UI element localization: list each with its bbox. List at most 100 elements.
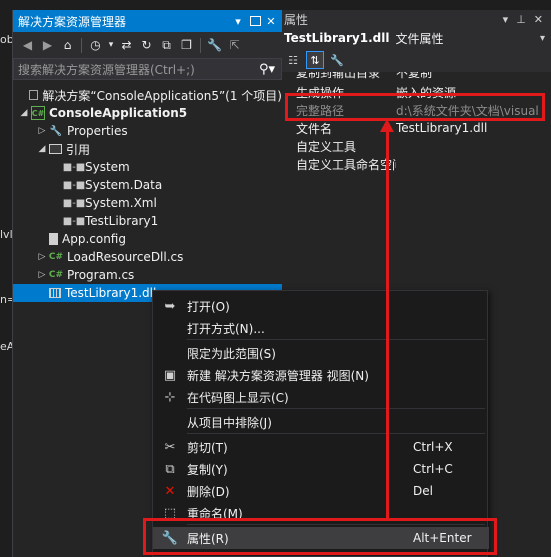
chevron-down-icon[interactable]: ▾ (540, 33, 545, 44)
toolbar-separator (81, 37, 82, 53)
solution-icon (28, 90, 39, 100)
menu-item[interactable]: 限定为此范围(S) (153, 342, 489, 364)
back-icon[interactable]: ◀ (19, 37, 36, 54)
menu-item[interactable]: ✕ 删除(D) Del (153, 480, 489, 502)
tree-item-label: System.Data (85, 178, 163, 192)
tree-item[interactable]: ▷ C# LoadResourceDll.cs (13, 248, 282, 266)
preview-icon[interactable]: ⇱ (226, 37, 243, 54)
property-name: 复制到输出目录 (296, 72, 381, 80)
menu-item[interactable]: 从项目中排除(J) (153, 411, 489, 433)
property-value[interactable]: TestLibrary1.dll (396, 121, 551, 135)
expanded-arrow-icon[interactable]: ◢ (17, 108, 31, 118)
maximize-icon[interactable] (250, 16, 261, 26)
object-name: TestLibrary1.dll (284, 31, 390, 45)
alphabetical-sort-icon[interactable]: ⇅ (306, 51, 324, 69)
copy-icon: ⧉ (165, 461, 175, 477)
collapsed-arrow-icon[interactable]: ▷ (35, 126, 49, 136)
search-input[interactable]: 搜索解决方案资源管理器(Ctrl+;) (18, 61, 259, 78)
show-all-files-icon[interactable]: ❐ (178, 37, 195, 54)
history-icon[interactable]: ◷ (87, 37, 104, 54)
editor-text: lvl (0, 228, 13, 241)
property-name: 自定义工具命名空间 (296, 157, 396, 172)
annotation-arrow-line (386, 130, 389, 520)
menu-item-label: 从项目中排除(J) (187, 415, 272, 430)
properties-toolbar: ☷ ⇅ 🔧 (282, 48, 551, 72)
code-editor-edge: ob lvl n= eA (0, 0, 16, 557)
tree-item-label: Properties (67, 124, 128, 138)
menu-item-label: 删除(D) (187, 484, 230, 499)
forward-icon[interactable]: ▶ (39, 37, 56, 54)
csharp-project-icon: C# (31, 106, 45, 120)
menu-separator (187, 339, 485, 340)
collapsed-arrow-icon[interactable]: ▷ (35, 252, 49, 262)
property-row[interactable]: 自定义工具 (282, 137, 551, 155)
dll-file-icon (49, 288, 61, 298)
tree-item-label: TestLibrary1.dll (65, 286, 157, 300)
search-icon[interactable]: ⚲▾ (259, 62, 275, 77)
refresh-icon[interactable]: ↻ (138, 37, 155, 54)
property-name: 自定义工具 (296, 139, 357, 154)
context-menu: ➥ 打开(O) 打开方式(N)... 限定为此范围(S) ▣ 新建 解决方案资源管理器 视… (152, 290, 489, 557)
tree-item-label: 引用 (66, 142, 91, 157)
tree-item-label: TestLibrary1 (85, 214, 159, 228)
config-file-icon (49, 233, 58, 245)
dropdown-arrow-icon[interactable]: ▾ (231, 14, 245, 28)
delete-icon: ✕ (164, 483, 176, 499)
references-icon (49, 144, 62, 154)
tree-item[interactable]: App.config (13, 230, 282, 248)
property-row[interactable]: 复制到输出目录 不复制 (282, 72, 551, 81)
tree-item[interactable]: ■-■ System (13, 158, 282, 176)
dropdown-arrow-icon[interactable]: ▾ (107, 37, 115, 54)
code-map-icon: ⊹ (164, 389, 176, 405)
tree-item[interactable]: ■-■ TestLibrary1 (13, 212, 282, 230)
menu-item-shortcut: Ctrl+C (413, 462, 453, 476)
properties-wrench-icon[interactable]: 🔧 (206, 37, 223, 54)
menu-item-label: 打开方式(N)... (187, 321, 265, 336)
menu-item-shortcut: Ctrl+X (413, 440, 453, 454)
solution-explorer-search[interactable]: 搜索解决方案资源管理器(Ctrl+;) ⚲▾ (13, 58, 282, 80)
collapse-all-icon[interactable]: ⧉ (158, 37, 175, 54)
close-icon[interactable]: ✕ (534, 13, 543, 26)
csharp-file-icon: C# (48, 252, 64, 262)
tree-item[interactable]: 解决方案“ConsoleApplication5”(1 个项目) (13, 86, 282, 104)
menu-item[interactable]: ✂ 剪切(T) Ctrl+X (153, 436, 489, 458)
tree-item-label: ConsoleApplication5 (49, 106, 188, 120)
dropdown-arrow-icon[interactable]: ▾ (503, 13, 509, 26)
tree-item-label: System.Xml (85, 196, 157, 210)
menu-item[interactable]: ▣ 新建 解决方案资源管理器 视图(N) (153, 364, 489, 386)
property-row[interactable]: 自定义工具命名空间 (282, 155, 551, 173)
close-icon[interactable]: ✕ (264, 14, 278, 28)
object-selector[interactable]: TestLibrary1.dll 文件属性 ▾ (282, 28, 551, 48)
solution-tree: 解决方案“ConsoleApplication5”(1 个项目) ◢ C# Conso… (13, 80, 282, 302)
pin-icon[interactable]: ⊥ (516, 13, 526, 26)
tree-item[interactable]: ▷ C# Program.cs (13, 266, 282, 284)
menu-item[interactable]: ⊹ 在代码图上显示(C) (153, 386, 489, 408)
expanded-arrow-icon[interactable]: ◢ (35, 144, 49, 154)
solution-explorer-toolbar: ◀ ▶ ⌂ ◷ ▾ ⇄ ↻ ⧉ ❐ 🔧 ⇱ (13, 32, 282, 58)
wrench-icon: 🔧 (49, 125, 63, 137)
properties-titlebar: 属性 ▾ ⊥ ✕ (282, 10, 551, 28)
tree-item[interactable]: ▷ 🔧 Properties (13, 122, 282, 140)
collapsed-arrow-icon[interactable]: ▷ (35, 270, 49, 280)
properties-title: 属性 (284, 12, 309, 27)
tree-item[interactable]: ■-■ System.Data (13, 176, 282, 194)
assembly-reference-icon: ■-■ (62, 197, 86, 209)
menu-item-shortcut: Del (413, 484, 433, 498)
menu-item[interactable]: 打开方式(N)... (153, 317, 489, 339)
property-pages-icon[interactable]: 🔧 (328, 51, 346, 69)
tree-item[interactable]: ■-■ System.Xml (13, 194, 282, 212)
home-icon[interactable]: ⌂ (59, 37, 76, 54)
tree-item[interactable]: ◢ C# ConsoleApplication5 (13, 104, 282, 122)
property-row[interactable]: 文件名 TestLibrary1.dll (282, 119, 551, 137)
property-value[interactable]: 不复制 (396, 72, 551, 81)
menu-item-label: 限定为此范围(S) (187, 346, 276, 361)
menu-item-label: 新建 解决方案资源管理器 视图(N) (187, 368, 369, 383)
categorized-icon[interactable]: ☷ (284, 51, 302, 69)
menu-item-label: 打开(O) (187, 299, 230, 314)
menu-item[interactable]: ⧉ 复制(Y) Ctrl+C (153, 458, 489, 480)
tree-item[interactable]: ◢ 引用 (13, 140, 282, 158)
menu-item[interactable]: ➥ 打开(O) (153, 295, 489, 317)
tree-item-label: App.config (62, 232, 126, 246)
menu-item-label: 剪切(T) (187, 440, 228, 455)
sync-icon[interactable]: ⇄ (118, 37, 135, 54)
